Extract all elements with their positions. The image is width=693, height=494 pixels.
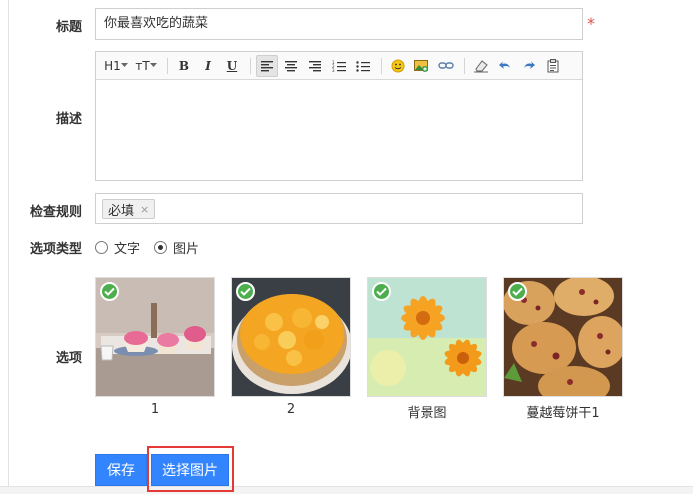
title-input[interactable]: 你最喜欢吃的蔬菜 [95, 8, 583, 40]
editor-content-area[interactable] [96, 80, 582, 180]
checkmark-icon [508, 282, 527, 301]
insert-link-button[interactable] [435, 55, 457, 77]
undo-icon [499, 61, 510, 69]
align-right-button[interactable] [304, 55, 326, 77]
rule-tag: 必填 × [102, 199, 156, 219]
option-image-cake[interactable] [231, 277, 351, 397]
save-button[interactable]: 保存 [95, 454, 147, 486]
required-mark: * [587, 14, 595, 33]
smiley-icon [391, 59, 405, 72]
link-icon [438, 61, 454, 69]
tag-remove-icon[interactable]: × [140, 203, 149, 216]
option-type-radio-group: 文字 图片 [95, 238, 213, 257]
bullet-list-button[interactable] [352, 55, 374, 77]
underline-button[interactable]: U [221, 55, 243, 77]
toolbar-divider [464, 57, 465, 74]
clear-format-button[interactable] [470, 55, 492, 77]
chevron-down-icon [149, 63, 157, 67]
option-label: 2 [286, 402, 296, 417]
chevron-down-icon [120, 63, 128, 67]
checkmark-icon [372, 282, 391, 301]
option-item[interactable]: 1 [95, 277, 215, 417]
undo-button[interactable] [494, 55, 516, 77]
option-image-flowers[interactable] [367, 277, 487, 397]
toolbar-divider [167, 57, 168, 74]
toolbar-divider [381, 57, 382, 74]
option-label: 1 [150, 402, 160, 417]
option-label: 蔓越莓饼干1 [526, 406, 600, 421]
paste-button[interactable] [542, 55, 564, 77]
option-item[interactable]: 2 [231, 277, 351, 417]
rule-tag-input[interactable]: 必填 × [95, 193, 583, 224]
option-label: 背景图 [407, 406, 447, 421]
radio-image[interactable] [154, 241, 168, 254]
bottom-bar [0, 486, 693, 494]
align-center-button[interactable] [280, 55, 302, 77]
align-left-button[interactable] [256, 54, 278, 77]
align-right-icon [309, 60, 321, 71]
align-center-icon [285, 60, 297, 71]
bold-button[interactable]: B [173, 55, 195, 77]
heading-dropdown[interactable]: H1 [102, 55, 130, 77]
title-label: 标题 [55, 20, 82, 35]
rule-label: 检查规则 [29, 205, 82, 220]
font-size-label: тT [135, 58, 150, 73]
font-size-dropdown[interactable]: тT [132, 55, 160, 77]
checkmark-icon [100, 282, 119, 301]
clipboard-icon [547, 58, 559, 72]
ordered-list-icon: 123 [332, 60, 346, 72]
description-label: 描述 [55, 112, 82, 127]
highlight-annotation [147, 446, 234, 492]
options-label: 选项 [55, 351, 82, 366]
image-icon [414, 59, 428, 72]
editor-toolbar: H1 тT B I U 123 [96, 52, 582, 80]
option-image-cookies[interactable] [503, 277, 623, 397]
radio-text[interactable] [95, 241, 108, 254]
heading-label: H1 [104, 58, 121, 73]
svg-text:3: 3 [332, 68, 335, 72]
checkmark-icon [236, 282, 255, 301]
option-item[interactable]: 蔓越莓饼干1 [503, 277, 623, 421]
option-type-label: 选项类型 [29, 242, 82, 257]
italic-button[interactable]: I [197, 55, 219, 77]
insert-image-button[interactable] [411, 55, 433, 77]
rich-text-editor: H1 тT B I U 123 [95, 51, 583, 181]
redo-button[interactable] [518, 55, 540, 77]
bullet-list-icon [356, 60, 370, 72]
rule-tag-text: 必填 [108, 203, 135, 219]
eraser-icon [474, 59, 488, 72]
redo-icon [524, 61, 535, 69]
panel-border [8, 0, 9, 494]
toolbar-divider [250, 57, 251, 74]
option-image-cupcakes[interactable] [95, 277, 215, 397]
ordered-list-button[interactable]: 123 [328, 55, 350, 77]
radio-text-label[interactable]: 文字 [114, 238, 140, 257]
align-left-icon [261, 60, 273, 71]
emoji-button[interactable] [387, 55, 409, 77]
radio-image-label[interactable]: 图片 [173, 238, 199, 257]
option-item[interactable]: 背景图 [367, 277, 487, 421]
